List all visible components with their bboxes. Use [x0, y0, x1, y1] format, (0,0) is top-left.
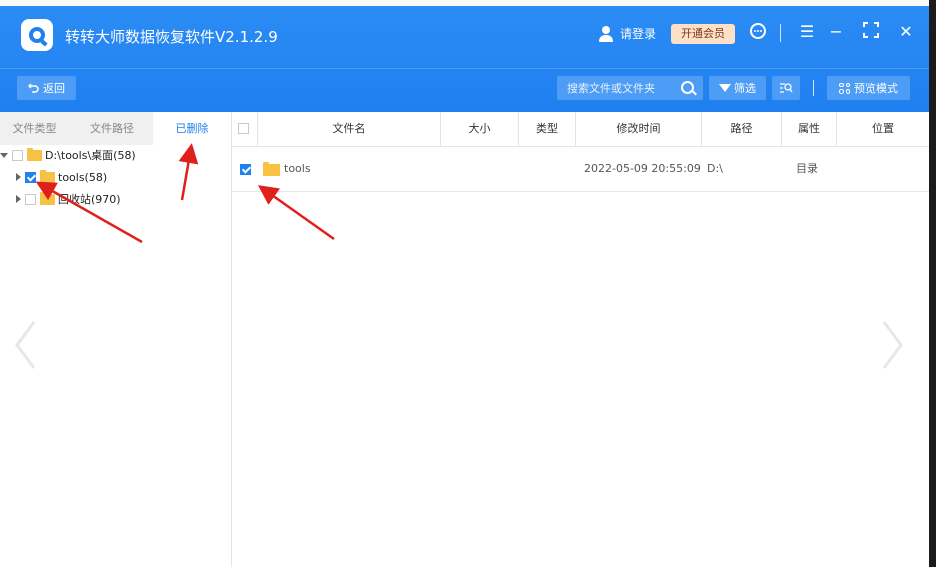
app-window: 转转大师数据恢复软件V2.1.2.9 请登录 开通会员 ☰ − ✕ 返回 筛选	[0, 0, 929, 567]
folder-icon	[263, 162, 280, 176]
toolbar-separator	[813, 80, 814, 96]
list-search-icon	[780, 83, 793, 93]
tree-checkbox[interactable]	[25, 171, 36, 183]
expand-right-icon[interactable]	[16, 195, 21, 203]
search-icon[interactable]	[681, 81, 694, 94]
login-label: 请登录	[620, 27, 657, 41]
table-header: 文件名 大小 类型 修改时间 路径 属性 位置	[232, 112, 929, 147]
preview-mode-button[interactable]: 预览模式	[827, 76, 910, 100]
title-bar: 转转大师数据恢复软件V2.1.2.9 请登录 开通会员 ☰ − ✕ 返回 筛选	[0, 0, 929, 112]
tree-item-desktop[interactable]: D:\tools\桌面(58)	[0, 145, 136, 165]
next-arrow-icon[interactable]	[882, 320, 904, 370]
tree-item-recycle-bin[interactable]: 回收站(970)	[16, 189, 121, 209]
cell-path: D:\	[707, 162, 723, 175]
search-box	[557, 76, 703, 100]
column-header-type[interactable]: 类型	[519, 112, 576, 146]
tab-bar: 文件类型 文件路径 已删除	[0, 112, 231, 145]
title-separator	[780, 24, 781, 42]
app-logo	[21, 19, 53, 51]
select-all-checkbox[interactable]	[238, 123, 249, 134]
search-input[interactable]	[557, 76, 677, 100]
close-icon[interactable]: ✕	[896, 22, 916, 41]
cell-modified: 2022-05-09 20:55:09	[584, 162, 701, 175]
logo-q-icon	[29, 27, 45, 43]
column-header-modified[interactable]: 修改时间	[576, 112, 702, 146]
folder-icon	[40, 169, 55, 183]
preview-label: 预览模式	[854, 82, 898, 95]
tree-checkbox[interactable]	[12, 149, 23, 161]
maximize-icon[interactable]	[861, 22, 881, 42]
row-checkbox[interactable]	[240, 164, 251, 175]
menu-icon[interactable]: ☰	[797, 22, 817, 41]
tree-item-label: D:\tools\桌面(58)	[45, 149, 136, 162]
minimize-icon[interactable]: −	[826, 22, 846, 41]
filter-label: 筛选	[734, 82, 756, 95]
window-top-edge	[0, 0, 929, 6]
prev-arrow-icon[interactable]	[14, 320, 36, 370]
tree-checkbox[interactable]	[25, 193, 36, 205]
table-row[interactable]: tools 2022-05-09 20:55:09 D:\ 目录	[232, 147, 929, 192]
grid-icon	[839, 82, 850, 94]
column-header-attr[interactable]: 属性	[782, 112, 837, 146]
user-icon	[598, 25, 614, 42]
tree-item-label: 回收站(970)	[58, 193, 121, 206]
tab-deleted[interactable]: 已删除	[153, 112, 231, 145]
column-header-location[interactable]: 位置	[837, 112, 929, 146]
folder-icon	[40, 191, 55, 205]
vip-button[interactable]: 开通会员	[671, 24, 735, 44]
back-arrow-icon	[28, 82, 39, 93]
expand-down-icon[interactable]	[0, 152, 8, 158]
tree-item-label: tools(58)	[58, 170, 108, 184]
back-label: 返回	[43, 82, 65, 95]
window-shadow-edge	[929, 0, 936, 567]
advanced-search-button[interactable]	[772, 76, 800, 100]
column-header-path[interactable]: 路径	[702, 112, 782, 146]
column-header-name[interactable]: 文件名	[258, 112, 441, 146]
cell-name: tools	[284, 162, 311, 175]
select-all-cell	[232, 112, 258, 146]
app-title: 转转大师数据恢复软件V2.1.2.9	[65, 28, 278, 46]
column-header-size[interactable]: 大小	[441, 112, 519, 146]
filter-button[interactable]: 筛选	[709, 76, 766, 100]
tab-file-path[interactable]: 文件路径	[76, 112, 148, 145]
chat-icon[interactable]	[748, 22, 768, 44]
cell-attr: 目录	[796, 162, 818, 175]
folder-icon	[27, 147, 42, 161]
tab-file-type[interactable]: 文件类型	[0, 112, 69, 145]
filter-icon	[719, 84, 731, 92]
login-button[interactable]: 请登录	[598, 25, 656, 42]
tree-item-tools[interactable]: tools(58)	[16, 167, 107, 187]
expand-right-icon[interactable]	[16, 173, 21, 181]
toolbar-divider	[0, 68, 929, 69]
back-button[interactable]: 返回	[17, 76, 76, 100]
